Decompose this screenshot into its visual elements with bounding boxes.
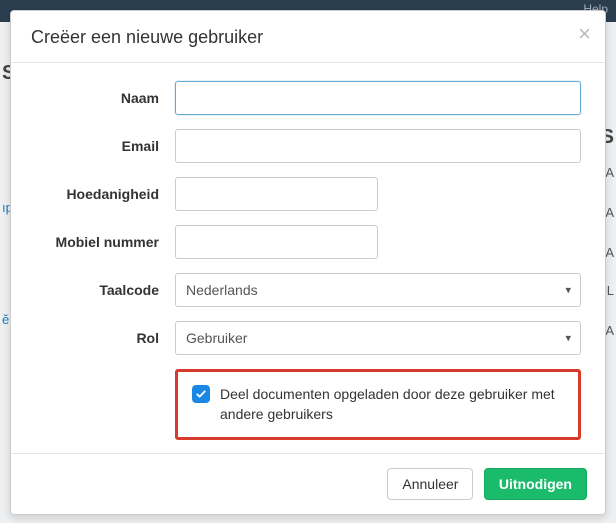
capacity-label: Hoedanigheid [35, 186, 175, 202]
create-user-modal: Creëer een nieuwe gebruiker × Naam Email… [10, 10, 606, 515]
modal-body: Naam Email Hoedanigheid Mobiel nummer Ta… [11, 63, 605, 450]
email-label: Email [35, 138, 175, 154]
mobile-label: Mobiel nummer [35, 234, 175, 250]
name-input[interactable] [175, 81, 581, 115]
field-row-mobile: Mobiel nummer [35, 225, 581, 259]
field-row-email: Email [35, 129, 581, 163]
capacity-input[interactable] [175, 177, 378, 211]
language-select[interactable]: Nederlands [175, 273, 581, 307]
language-label: Taalcode [35, 282, 175, 298]
modal-header: Creëer een nieuwe gebruiker × [11, 11, 605, 63]
cancel-button[interactable]: Annuleer [387, 468, 473, 500]
check-icon [195, 388, 207, 400]
field-row-capacity: Hoedanigheid [35, 177, 581, 211]
modal-title: Creëer een nieuwe gebruiker [31, 27, 585, 48]
close-button[interactable]: × [578, 23, 591, 45]
field-row-name: Naam [35, 81, 581, 115]
field-row-role: Rol Gebruiker ▾ [35, 321, 581, 355]
invite-button[interactable]: Uitnodigen [484, 468, 587, 500]
mobile-input[interactable] [175, 225, 378, 259]
background-text: A [605, 165, 614, 180]
background-text: A [605, 245, 614, 260]
share-documents-label: Deel documenten opgeladen door deze gebr… [220, 384, 564, 425]
background-text: A [605, 323, 614, 338]
modal-footer: Annuleer Uitnodigen [11, 453, 605, 514]
email-input[interactable] [175, 129, 581, 163]
background-text: L [607, 283, 614, 298]
share-documents-checkbox[interactable] [192, 385, 210, 403]
background-text: A [605, 205, 614, 220]
background-text: ĕ [2, 312, 9, 327]
role-select[interactable]: Gebruiker [175, 321, 581, 355]
role-label: Rol [35, 330, 175, 346]
name-label: Naam [35, 90, 175, 106]
share-documents-highlight: Deel documenten opgeladen door deze gebr… [175, 369, 581, 440]
field-row-language: Taalcode Nederlands ▾ [35, 273, 581, 307]
